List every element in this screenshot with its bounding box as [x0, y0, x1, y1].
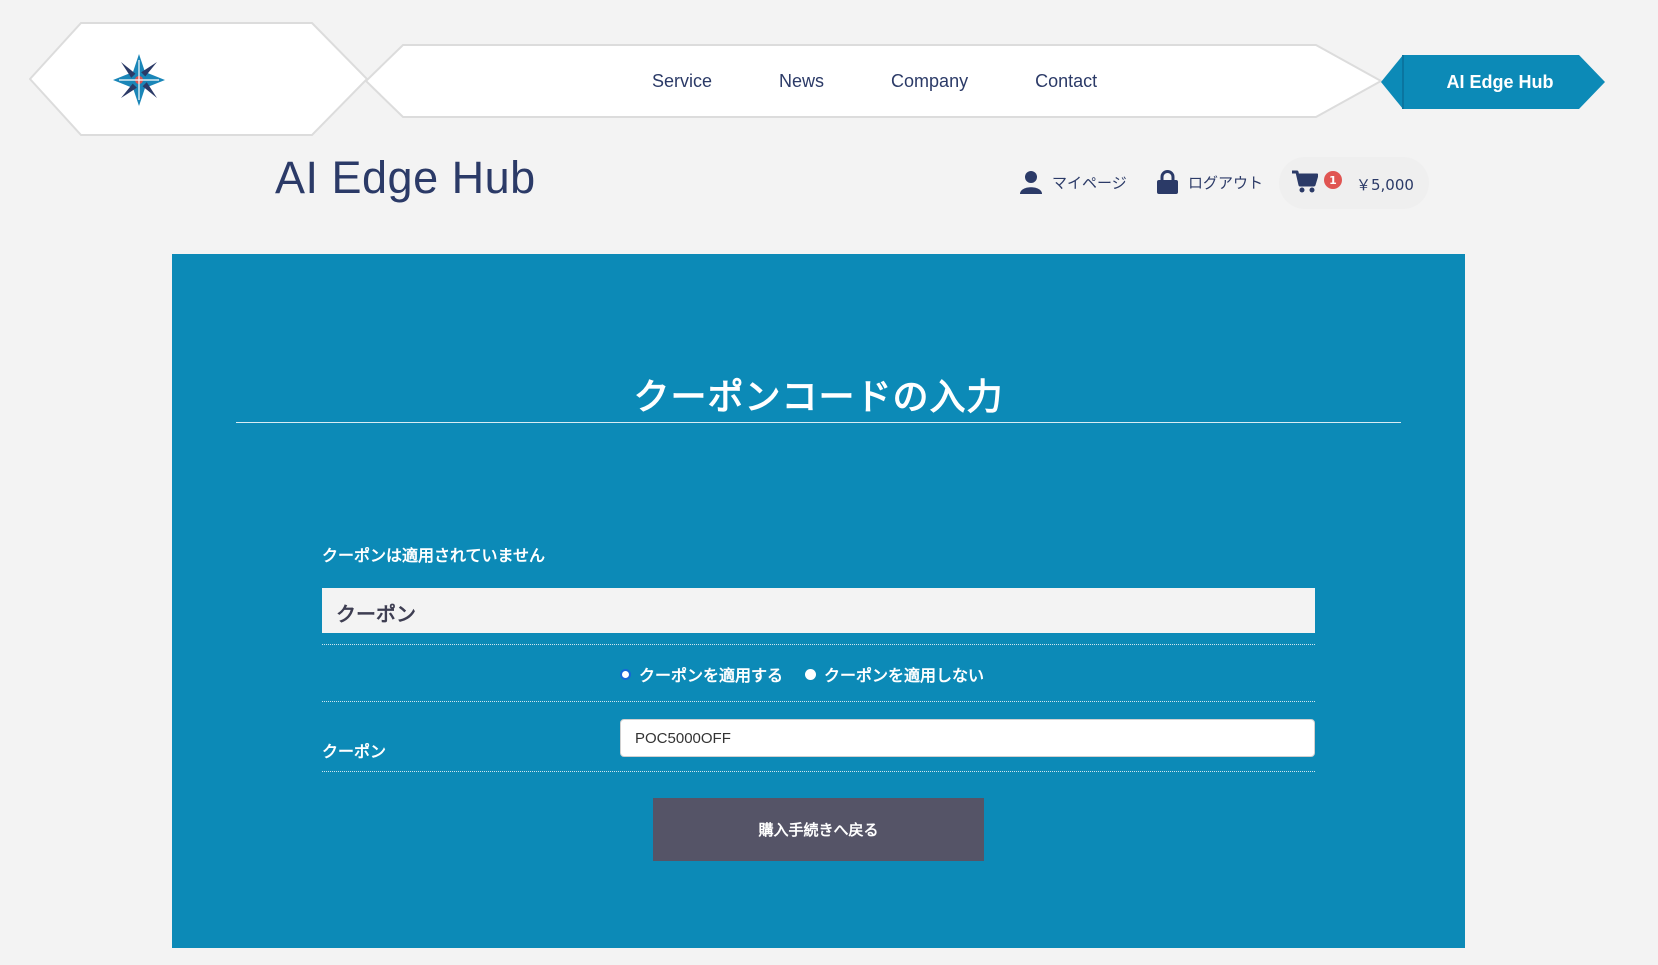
logout-label: ログアウト: [1188, 173, 1264, 192]
site-title[interactable]: AI Edge Hub: [275, 152, 536, 204]
hub-button-label: AI Edge Hub: [1446, 71, 1554, 92]
radio-apply-coupon[interactable]: クーポンを適用する: [620, 662, 783, 686]
mypage-link[interactable]: マイページ: [1020, 170, 1127, 194]
nav-news[interactable]: News: [779, 64, 824, 98]
lock-icon: [1157, 170, 1178, 194]
user-icon: [1020, 171, 1042, 194]
back-to-checkout-button[interactable]: 購入手続きへ戻る: [653, 798, 984, 861]
ai-edge-hub-button[interactable]: AI Edge Hub: [1381, 55, 1605, 109]
logo-container[interactable]: [29, 22, 369, 137]
title-divider: [236, 422, 1401, 423]
divider: [322, 644, 1315, 645]
cart-count-badge: 1: [1324, 171, 1342, 189]
radio-apply-label: クーポンを適用する: [639, 666, 784, 685]
logout-link[interactable]: ログアウト: [1157, 170, 1263, 194]
nav-contact[interactable]: Contact: [1035, 64, 1097, 98]
nav-company[interactable]: Company: [891, 64, 968, 98]
main-nav: Service News Company Contact: [652, 64, 1097, 98]
coupon-section-header: クーポン: [322, 588, 1315, 633]
coupon-apply-options: クーポンを適用する クーポンを適用しない: [620, 662, 1006, 686]
coupon-code-input[interactable]: [620, 719, 1315, 757]
radio-no-coupon-label: クーポンを適用しない: [824, 666, 985, 685]
radio-checked-indicator[interactable]: [620, 668, 631, 680]
nav-service[interactable]: Service: [652, 64, 712, 98]
page-title: クーポンコードの入力: [633, 377, 1004, 418]
coupon-panel: クーポンコードの入力 クーポンは適用されていません クーポン クーポンを適用する…: [172, 254, 1465, 948]
coupon-field-label: クーポン: [322, 742, 387, 761]
divider: [322, 701, 1315, 702]
section-heading: クーポン: [336, 602, 416, 626]
coupon-status-message: クーポンは適用されていません: [322, 546, 546, 565]
radio-unchecked-indicator[interactable]: [805, 668, 817, 680]
cart-total: ￥5,000: [1356, 176, 1414, 194]
divider: [322, 771, 1315, 772]
mypage-label: マイページ: [1052, 173, 1127, 192]
cart-icon[interactable]: [1292, 170, 1318, 194]
radio-no-coupon[interactable]: クーポンを適用しない: [805, 662, 984, 686]
